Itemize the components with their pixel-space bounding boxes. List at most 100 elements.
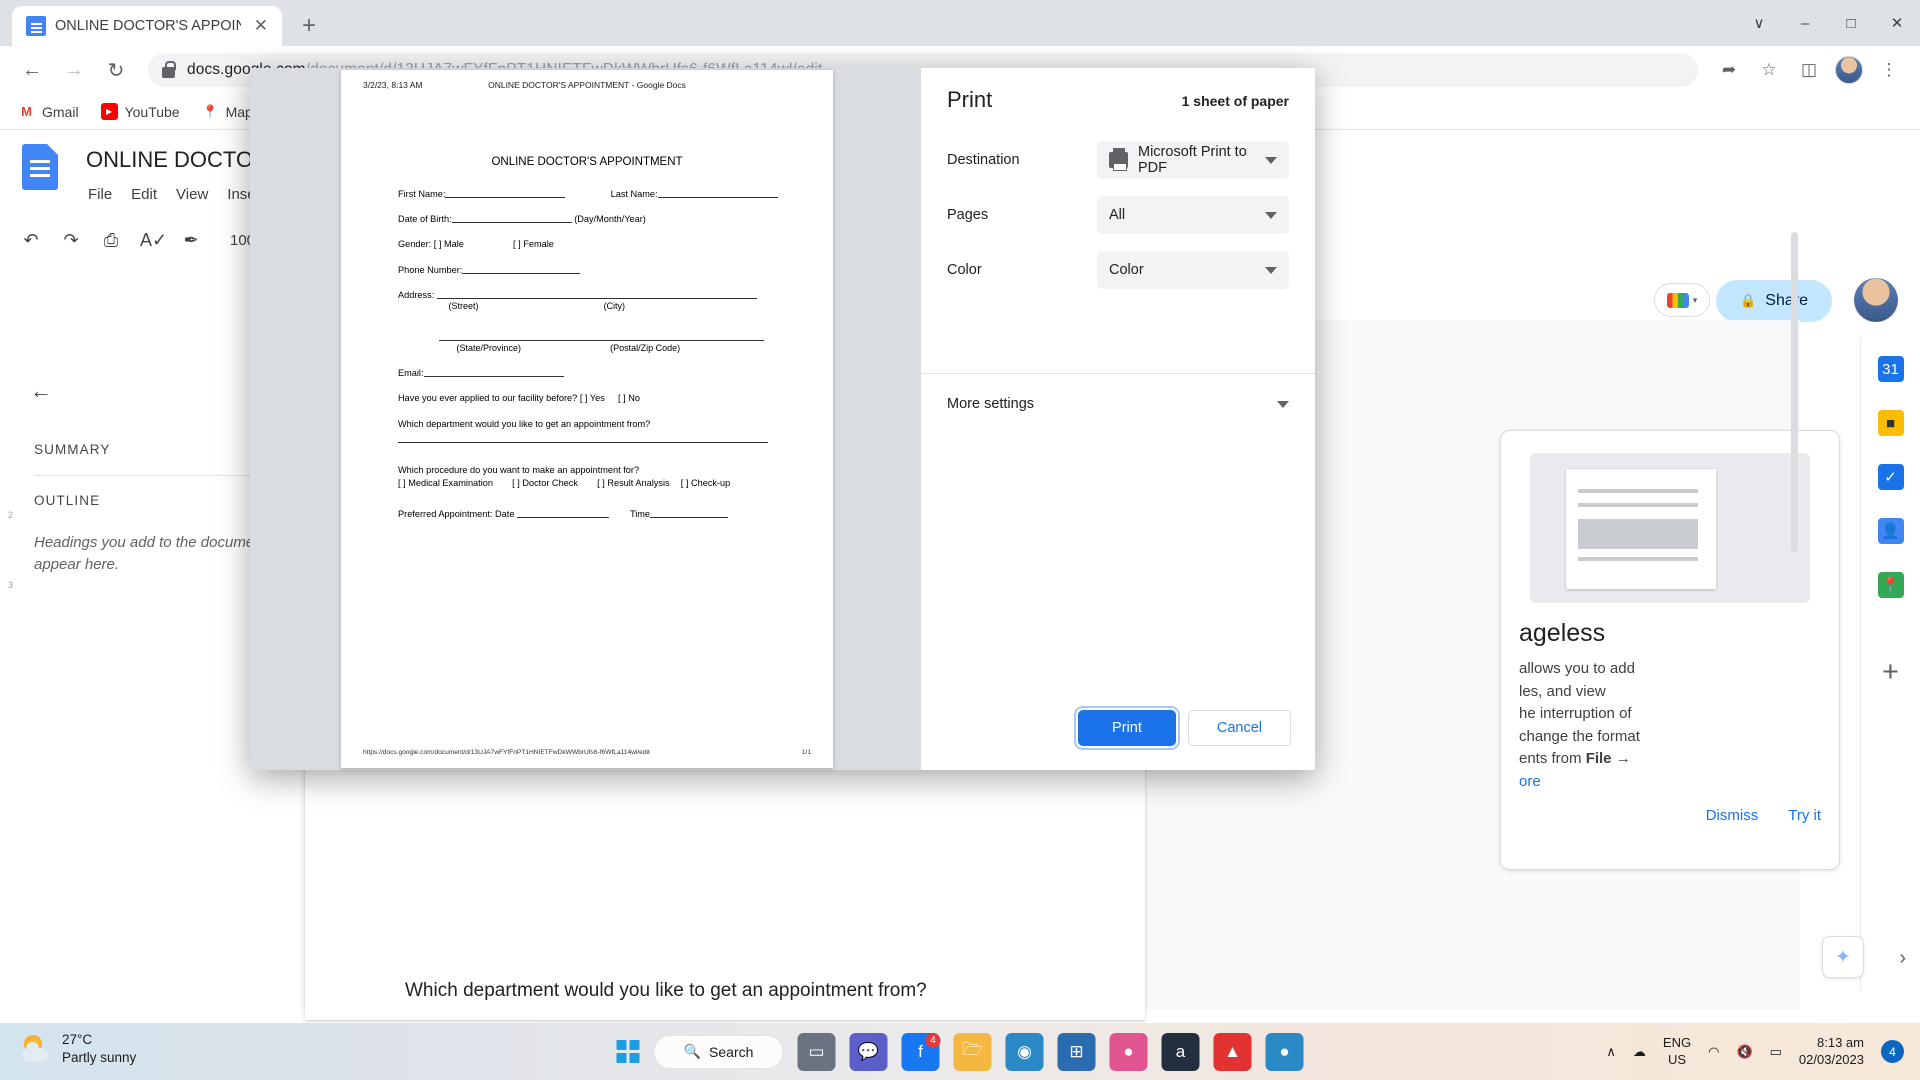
microsoft-store-icon[interactable]: ⊞ xyxy=(1058,1033,1096,1071)
explore-sparkle-icon[interactable]: ✦ xyxy=(1822,936,1864,978)
dismiss-button[interactable]: Dismiss xyxy=(1706,807,1759,824)
cancel-button[interactable]: Cancel xyxy=(1188,710,1291,746)
expand-panel-icon[interactable]: › xyxy=(1899,947,1906,970)
preview-header-title: ONLINE DOCTOR'S APPOINTMENT - Google Doc… xyxy=(341,80,833,90)
destination-row: Destination Microsoft Print to PDF xyxy=(947,141,1289,179)
edge-icon[interactable]: ◉ xyxy=(1006,1033,1044,1071)
more-settings-toggle[interactable]: More settings xyxy=(947,396,1289,412)
browser-menu-icon[interactable]: ⋮ xyxy=(1872,53,1906,87)
minimize-button[interactable]: – xyxy=(1782,0,1828,46)
anydesk-icon[interactable]: ▲ xyxy=(1214,1033,1252,1071)
profile-avatar[interactable] xyxy=(1832,53,1866,87)
file-explorer-icon[interactable]: 🗁 xyxy=(954,1033,992,1071)
email-blank xyxy=(424,376,564,377)
docs-scrollbar[interactable] xyxy=(1791,232,1798,552)
new-tab-button[interactable]: + xyxy=(292,9,326,43)
maps-icon: 📍 xyxy=(202,103,219,120)
field-row-department: Which department would you like to get a… xyxy=(398,420,809,429)
side-panel-icon[interactable]: ◫ xyxy=(1792,53,1826,87)
color-value: Color xyxy=(1109,262,1144,278)
wifi-icon[interactable]: ◠ xyxy=(1708,1044,1719,1060)
bookmark-star-icon[interactable]: ☆ xyxy=(1752,53,1786,87)
color-select[interactable]: Color xyxy=(1097,251,1289,289)
taskbar-search[interactable]: 🔍 Search xyxy=(654,1035,784,1069)
clock-time: 8:13 am xyxy=(1799,1035,1864,1051)
destination-value: Microsoft Print to PDF xyxy=(1138,144,1277,176)
menu-file[interactable]: File xyxy=(88,186,112,203)
preview-doc-title: ONLINE DOCTOR'S APPOINTMENT xyxy=(341,156,833,168)
language-indicator[interactable]: ENG US xyxy=(1663,1035,1691,1068)
weather-text: 27°C Partly sunny xyxy=(62,1031,136,1067)
gender-female-checkbox: [ ] Female xyxy=(513,239,554,249)
browser-tab[interactable]: ONLINE DOCTOR'S APPOINTMEN ✕ xyxy=(12,6,282,46)
redo-icon[interactable]: ↷ xyxy=(60,230,82,251)
task-view-icon[interactable]: ▭ xyxy=(798,1033,836,1071)
firefox-icon[interactable]: ● xyxy=(1110,1033,1148,1071)
teams-icon[interactable]: 💬 xyxy=(850,1033,888,1071)
facebook-icon[interactable]: f 4 xyxy=(902,1033,940,1071)
share-button[interactable]: 🔒 Share xyxy=(1716,280,1832,322)
address-label: Address: xyxy=(398,290,434,300)
spelling-check-icon[interactable]: A✓ xyxy=(140,230,162,251)
address-blank xyxy=(437,298,757,299)
pages-select[interactable]: All xyxy=(1097,196,1289,234)
forward-icon[interactable]: → xyxy=(56,52,92,88)
google-meet-button[interactable]: ▾ xyxy=(1654,283,1710,317)
tasks-icon[interactable]: ✓ xyxy=(1878,464,1904,490)
language-secondary: US xyxy=(1663,1052,1691,1068)
chevron-down-icon[interactable]: ∨ xyxy=(1736,0,1782,46)
try-it-button[interactable]: Try it xyxy=(1788,807,1821,824)
keep-icon[interactable]: ■ xyxy=(1878,410,1904,436)
share-icon[interactable]: ➦ xyxy=(1712,53,1746,87)
maximize-button[interactable]: □ xyxy=(1828,0,1874,46)
weather-desc: Partly sunny xyxy=(62,1049,136,1067)
promo-line: allows you to add xyxy=(1519,658,1821,681)
partly-sunny-icon xyxy=(22,1035,52,1063)
start-button-icon[interactable] xyxy=(617,1040,640,1063)
destination-select[interactable]: Microsoft Print to PDF xyxy=(1097,141,1289,179)
amazon-icon[interactable]: a xyxy=(1162,1033,1200,1071)
chrome-icon[interactable]: ● xyxy=(1266,1033,1304,1071)
preview-page-footer: https://docs.google.com/document/d/13UJA… xyxy=(363,749,811,756)
promo-learn-more-link[interactable]: ore xyxy=(1519,771,1821,794)
back-icon[interactable]: ← xyxy=(14,52,50,88)
maps-icon[interactable]: 📍 xyxy=(1878,572,1904,598)
print-icon[interactable]: ⎙ xyxy=(100,230,122,251)
bookmark-gmail[interactable]: M Gmail xyxy=(18,103,79,120)
notification-center-badge[interactable]: 4 xyxy=(1881,1040,1904,1063)
volume-muted-icon[interactable]: 🔇 xyxy=(1736,1044,1752,1060)
bookmark-youtube[interactable]: ▶ YouTube xyxy=(101,103,180,120)
google-docs-logo-icon xyxy=(22,144,58,190)
undo-icon[interactable]: ↶ xyxy=(20,230,42,251)
battery-icon[interactable]: ▭ xyxy=(1770,1044,1782,1060)
menu-view[interactable]: View xyxy=(176,186,208,203)
show-hidden-icons-icon[interactable]: ∧ xyxy=(1606,1044,1616,1060)
menu-edit[interactable]: Edit xyxy=(131,186,157,203)
preview-form-body: First Name: Last Name: Date of Birth: (D… xyxy=(398,190,809,536)
phone-blank xyxy=(462,273,580,274)
promo-line: les, and view xyxy=(1519,681,1821,704)
close-outline-icon[interactable]: ← xyxy=(30,378,52,404)
paint-format-icon[interactable]: ✒ xyxy=(180,230,202,251)
promo-line: change the format xyxy=(1519,726,1821,749)
add-icon[interactable]: + xyxy=(1882,656,1899,689)
docs-account-avatar[interactable] xyxy=(1854,278,1898,322)
color-row: Color Color xyxy=(947,251,1289,289)
share-label: Share xyxy=(1765,292,1808,310)
preferred-time-blank xyxy=(650,517,728,518)
applied-before-label: Have you ever applied to our facility be… xyxy=(398,393,577,403)
calendar-icon[interactable]: 31 xyxy=(1878,356,1904,382)
city-sublabel: (City) xyxy=(604,301,626,311)
preferred-date-blank xyxy=(517,517,609,518)
contacts-icon[interactable]: 👤 xyxy=(1878,518,1904,544)
promo-bold: File → xyxy=(1586,750,1631,767)
close-window-button[interactable]: ✕ xyxy=(1874,0,1920,46)
tab-title: ONLINE DOCTOR'S APPOINTMEN xyxy=(55,18,241,34)
weather-widget[interactable]: 27°C Partly sunny xyxy=(22,1031,136,1067)
print-button[interactable]: Print xyxy=(1078,710,1176,746)
clock[interactable]: 8:13 am 02/03/2023 xyxy=(1799,1035,1864,1068)
close-icon[interactable]: ✕ xyxy=(250,16,272,36)
onedrive-cloud-icon[interactable]: ☁ xyxy=(1633,1044,1646,1060)
reload-icon[interactable]: ↻ xyxy=(98,52,134,88)
dob-hint: (Day/Month/Year) xyxy=(574,214,646,224)
